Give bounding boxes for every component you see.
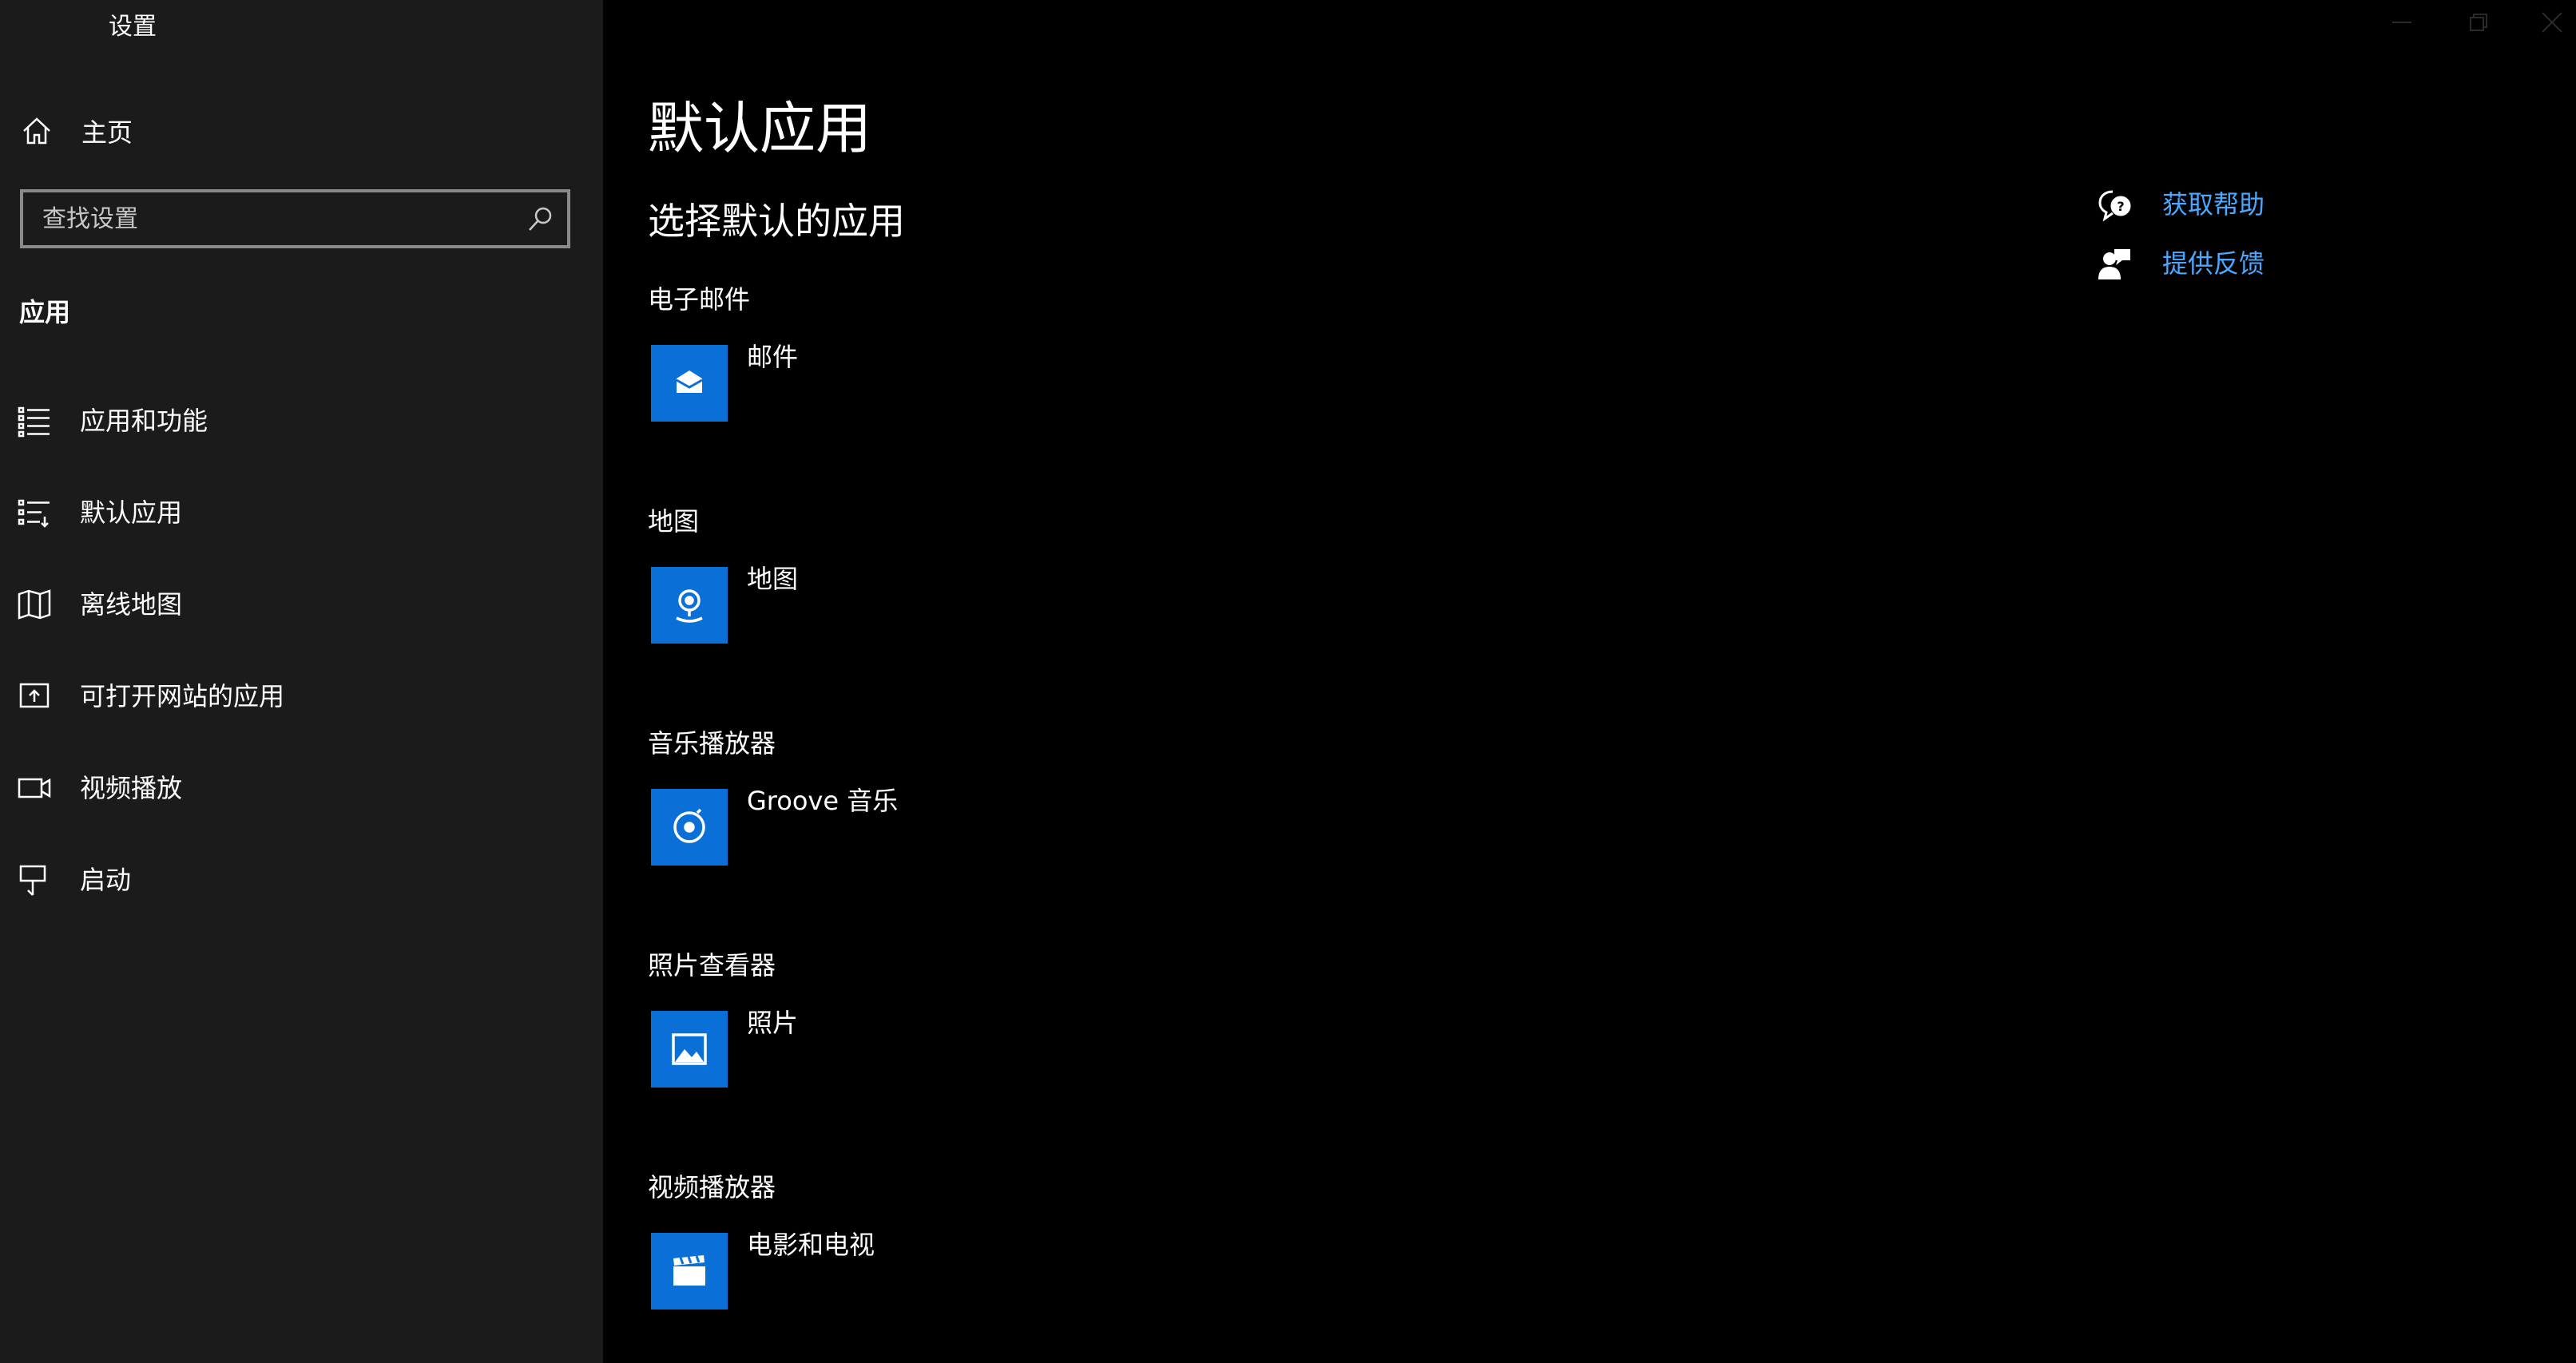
section-heading-apps: 应用	[19, 297, 71, 327]
category-label: 音乐播放器	[648, 728, 776, 759]
category-label: 电子邮件	[648, 284, 751, 315]
category-label: 地图	[648, 506, 700, 537]
sidebar-item-apps-for-websites[interactable]: 可打开网站的应用	[0, 651, 603, 743]
sidebar: 设置 主页 应用	[0, 0, 603, 1363]
feedback-icon	[2097, 246, 2132, 281]
help-links: ? 获取帮助 提供反馈	[2097, 180, 2416, 299]
page-title: 默认应用	[648, 96, 871, 161]
get-help-icon: ?	[2097, 187, 2132, 222]
sidebar-item-label: 离线地图	[80, 589, 183, 620]
sidebar-item-offline-maps[interactable]: 离线地图	[0, 559, 603, 651]
sidebar-item-video-playback[interactable]: 视频播放	[0, 743, 603, 834]
page-subtitle: 选择默认的应用	[648, 200, 905, 243]
category-label: 照片查看器	[648, 950, 776, 981]
category-photo-viewer: 照片查看器 照片	[648, 949, 1367, 1088]
category-music-player: 音乐播放器 Groove 音乐	[648, 727, 1367, 866]
sidebar-item-startup[interactable]: 启动	[0, 834, 603, 926]
get-help-link[interactable]: ? 获取帮助	[2097, 180, 2416, 240]
close-button[interactable]	[2536, 6, 2568, 38]
default-app-name: 照片	[747, 1008, 799, 1038]
default-apps-icon	[18, 496, 51, 529]
svg-text:?: ?	[2117, 199, 2124, 214]
sidebar-item-label: 默认应用	[80, 497, 183, 528]
give-feedback-label: 提供反馈	[2162, 248, 2265, 279]
default-app-button-maps[interactable]: 地图	[648, 562, 1207, 644]
sidebar-item-apps-features[interactable]: 应用和功能	[0, 375, 603, 467]
default-app-button-email[interactable]: 邮件	[648, 340, 1207, 422]
search-input[interactable]	[23, 192, 502, 245]
category-label: 视频播放器	[648, 1172, 776, 1203]
maps-icon	[651, 567, 728, 644]
video-playback-icon	[18, 771, 51, 805]
default-app-name: 电影和电视	[747, 1230, 875, 1260]
default-app-button-photos[interactable]: 照片	[648, 1006, 1207, 1088]
default-app-name: 地图	[747, 564, 799, 594]
category-maps: 地图 地图	[648, 505, 1367, 644]
default-app-button-video[interactable]: 电影和电视	[648, 1228, 1207, 1310]
default-app-name: Groove 音乐	[747, 786, 899, 816]
settings-window: 设置 主页 应用	[0, 0, 2576, 1363]
startup-icon	[18, 863, 51, 897]
apps-for-websites-icon	[18, 680, 51, 713]
window-controls	[2336, 0, 2576, 45]
mail-icon	[651, 345, 728, 422]
sidebar-nav: 应用和功能 默认应用 离线地图 可打开网站的应用 视频播放 启动	[0, 375, 603, 926]
sidebar-item-default-apps[interactable]: 默认应用	[0, 467, 603, 559]
home-label: 主页	[81, 117, 133, 148]
get-help-label: 获取帮助	[2162, 189, 2265, 220]
category-video-player: 视频播放器 电影和电视	[648, 1171, 1367, 1310]
category-email: 电子邮件 邮件	[648, 283, 1367, 422]
sidebar-item-label: 应用和功能	[80, 406, 208, 436]
sidebar-item-label: 视频播放	[80, 773, 183, 803]
search-icon[interactable]	[527, 205, 554, 232]
groove-music-icon	[651, 789, 728, 866]
movies-tv-icon	[651, 1233, 728, 1310]
minimize-button[interactable]	[2386, 6, 2418, 38]
give-feedback-link[interactable]: 提供反馈	[2097, 240, 2416, 299]
home-icon	[21, 115, 53, 147]
sidebar-item-label: 可打开网站的应用	[80, 681, 285, 711]
search-box	[20, 189, 570, 248]
photos-icon	[651, 1011, 728, 1088]
sidebar-item-label: 启动	[80, 865, 132, 895]
maximize-button[interactable]	[2463, 6, 2495, 38]
default-app-button-music[interactable]: Groove 音乐	[648, 784, 1207, 866]
default-app-name: 邮件	[747, 342, 799, 372]
home-nav-item[interactable]: 主页	[0, 99, 603, 163]
offline-map-icon	[18, 588, 51, 621]
window-title: 设置	[109, 13, 157, 41]
apps-list-icon	[18, 404, 51, 438]
